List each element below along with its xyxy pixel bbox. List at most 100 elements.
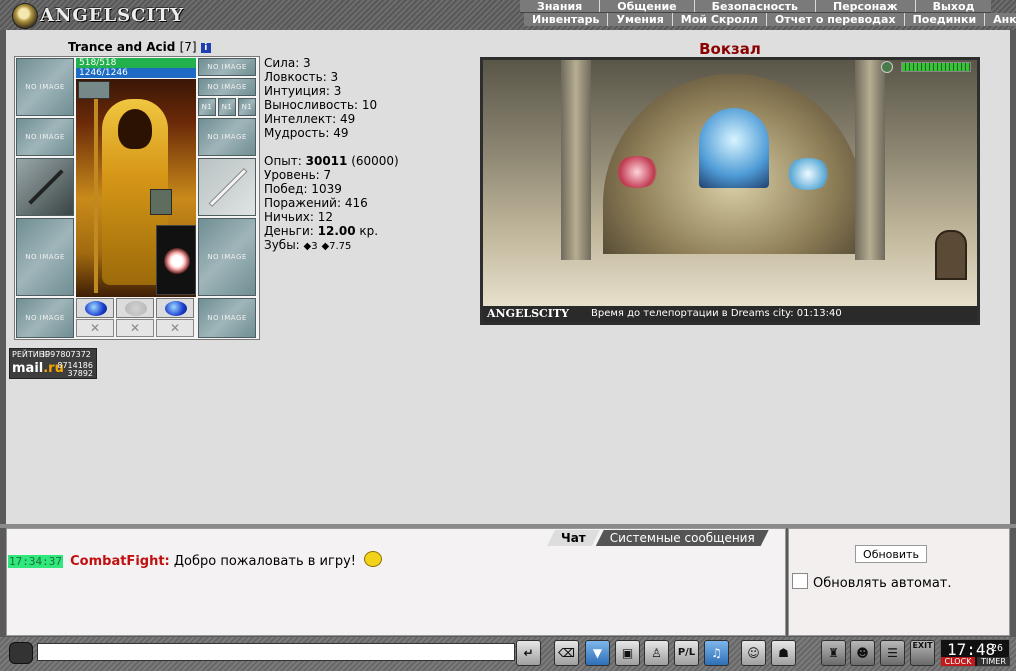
stat-intellect: Интеллект: 49: [264, 112, 356, 126]
save-icon[interactable]: ▣: [615, 640, 640, 666]
submenu-inventory[interactable]: Инвентарь: [524, 13, 609, 26]
timer-tab[interactable]: TIMER: [977, 657, 1010, 666]
location-title: Вокзал: [699, 40, 761, 58]
stat-intuition: Интуиция: 3: [264, 84, 342, 98]
menu-communication[interactable]: Общение: [600, 0, 695, 13]
chat-mode-icon[interactable]: [9, 642, 33, 664]
no-image-label: NO IMAGE: [25, 83, 65, 91]
slot-ring-3[interactable]: N1: [238, 98, 256, 116]
mage-book: [150, 189, 172, 215]
stat-level: Уровень: 7: [264, 168, 332, 182]
smiley-icon: [364, 551, 383, 567]
no-image-label: NO IMAGE: [207, 83, 247, 91]
slot-gloves[interactable]: NO IMAGE: [198, 118, 256, 156]
tab-chat[interactable]: Чат: [547, 530, 600, 546]
slot-offhand-orb[interactable]: [156, 225, 196, 295]
column-left: [561, 60, 591, 260]
chat-text: Добро пожаловать в игру!: [173, 554, 356, 569]
slot-rune-3[interactable]: ✕: [156, 319, 194, 337]
mail-ru-rating-counter[interactable]: РЕЙТИНГ 3997807372 mail.ru 8714186 37892: [9, 348, 97, 379]
smiles-icon[interactable]: ☺: [741, 640, 766, 666]
submenu-profile[interactable]: Анкета: [985, 13, 1016, 26]
slot-rune-1[interactable]: ✕: [76, 319, 114, 337]
menu-knowledge[interactable]: Знания: [520, 0, 601, 13]
slot-armor[interactable]: NO IMAGE: [16, 218, 74, 296]
slot-gem-3[interactable]: [156, 298, 194, 318]
friends-icon[interactable]: ☻: [850, 640, 875, 666]
menu-exit[interactable]: Выход: [916, 0, 992, 13]
scene-footer: ANGELSCITY Время до телепортации в Dream…: [483, 306, 977, 322]
refresh-scene-icon[interactable]: [881, 61, 893, 73]
character-stats: Сила: 3 Ловкость: 3 Интуиция: 3 Вынослив…: [264, 56, 399, 254]
refresh-button[interactable]: Обновить: [855, 545, 927, 563]
sub-menu: Инвентарь Умения Мой Скролл Отчет о пере…: [524, 13, 1016, 26]
stat-money: Деньги: 12.00 кр.: [264, 224, 379, 238]
slot-shield[interactable]: NO IMAGE: [198, 218, 256, 296]
slot-amulet[interactable]: [78, 81, 110, 99]
slot-rune-2[interactable]: ✕: [116, 319, 154, 337]
tab-system-messages[interactable]: Системные сообщения: [596, 530, 769, 546]
rating-count-2: 37892: [67, 369, 93, 378]
no-image-label: NO IMAGE: [25, 314, 65, 322]
stat-draws: Ничьих: 12: [264, 210, 334, 224]
portal-red[interactable]: [613, 156, 661, 188]
chat-input[interactable]: [37, 643, 515, 661]
clear-icon[interactable]: ⌫: [554, 640, 579, 666]
wizard-icon[interactable]: ♜: [821, 640, 846, 666]
slot-ring-2[interactable]: N1: [218, 98, 236, 116]
stat-wins: Побед: 1039: [264, 182, 342, 196]
tooth-icon: ◆: [321, 241, 330, 252]
empty-gem-icon: [125, 301, 147, 316]
rating-total: 3997807372: [40, 350, 91, 359]
slot-gem-1[interactable]: [76, 298, 114, 318]
send-button[interactable]: ↵: [516, 640, 541, 666]
exit-button[interactable]: EXIT: [910, 640, 935, 666]
slot-bracer[interactable]: NO IMAGE: [16, 118, 74, 156]
slot-helmet[interactable]: NO IMAGE: [16, 58, 74, 116]
slot-necklace[interactable]: NO IMAGE: [198, 78, 256, 96]
no-image-label: NO IMAGE: [207, 314, 247, 322]
exit-door[interactable]: [935, 230, 967, 280]
slot-boots[interactable]: NO IMAGE: [198, 298, 256, 338]
music-icon[interactable]: ♫: [704, 640, 729, 666]
mana-bar: 1246/1246: [76, 68, 196, 78]
submenu-transfers[interactable]: Отчет о переводах: [767, 13, 905, 26]
slot-weapon-left[interactable]: [16, 158, 74, 216]
helmet-icon[interactable]: ☗: [771, 640, 796, 666]
online-panel: Обновить Обновлять автомат.: [788, 528, 1010, 636]
ring-label: N1: [201, 103, 213, 111]
info-icon[interactable]: i: [200, 43, 211, 53]
no-image-label: NO IMAGE: [25, 253, 65, 261]
menu-security[interactable]: Безопасность: [695, 0, 816, 13]
submenu-skills[interactable]: Умения: [608, 13, 673, 26]
character-name[interactable]: Trance and Acid: [68, 40, 175, 54]
bottom-bar: ↵ ⌫ ▼ ▣ ♙ P/L ♫ ☺ ☗ ♜ ☻ ☰ EXIT 17:48 26 …: [0, 637, 1016, 671]
logo: ANGELSCITY: [6, 2, 183, 29]
clock-tab[interactable]: CLOCK: [941, 657, 975, 666]
group-icon[interactable]: ☰: [880, 640, 905, 666]
slot-ring-1[interactable]: N1: [198, 98, 216, 116]
sapphire-icon: [85, 301, 107, 316]
slot-weapon-right[interactable]: [198, 158, 256, 216]
chat-message: 17:34:37 CombatFight: Добро пожаловать в…: [8, 551, 383, 569]
pl-button[interactable]: P/L: [674, 640, 699, 666]
logo-text: ANGELSCITY: [40, 5, 185, 26]
location-scene: ANGELSCITY Время до телепортации в Dream…: [480, 57, 980, 325]
staff-icon: [28, 169, 64, 205]
main-menu: Знания Общение Безопасность Персонаж Вых…: [520, 0, 992, 13]
auto-refresh-label: Обновлять автомат.: [813, 576, 952, 591]
submenu-scroll[interactable]: Мой Скролл: [673, 13, 767, 26]
menu-character[interactable]: Персонаж: [816, 0, 916, 13]
no-image-label: NO IMAGE: [207, 133, 247, 141]
no-image-label: NO IMAGE: [207, 63, 247, 71]
auto-refresh-checkbox[interactable]: [792, 573, 808, 589]
slot-gem-2[interactable]: [116, 298, 154, 318]
chat-time[interactable]: 17:34:37: [8, 555, 63, 568]
slot-earring[interactable]: NO IMAGE: [198, 58, 256, 76]
submenu-fights[interactable]: Поединки: [905, 13, 986, 26]
slot-belt[interactable]: NO IMAGE: [16, 298, 74, 338]
chat-nick[interactable]: CombatFight:: [70, 554, 170, 569]
figure-icon[interactable]: ♙: [644, 640, 669, 666]
portal-blue[interactable]: [783, 158, 833, 190]
filter-icon[interactable]: ▼: [585, 640, 610, 666]
